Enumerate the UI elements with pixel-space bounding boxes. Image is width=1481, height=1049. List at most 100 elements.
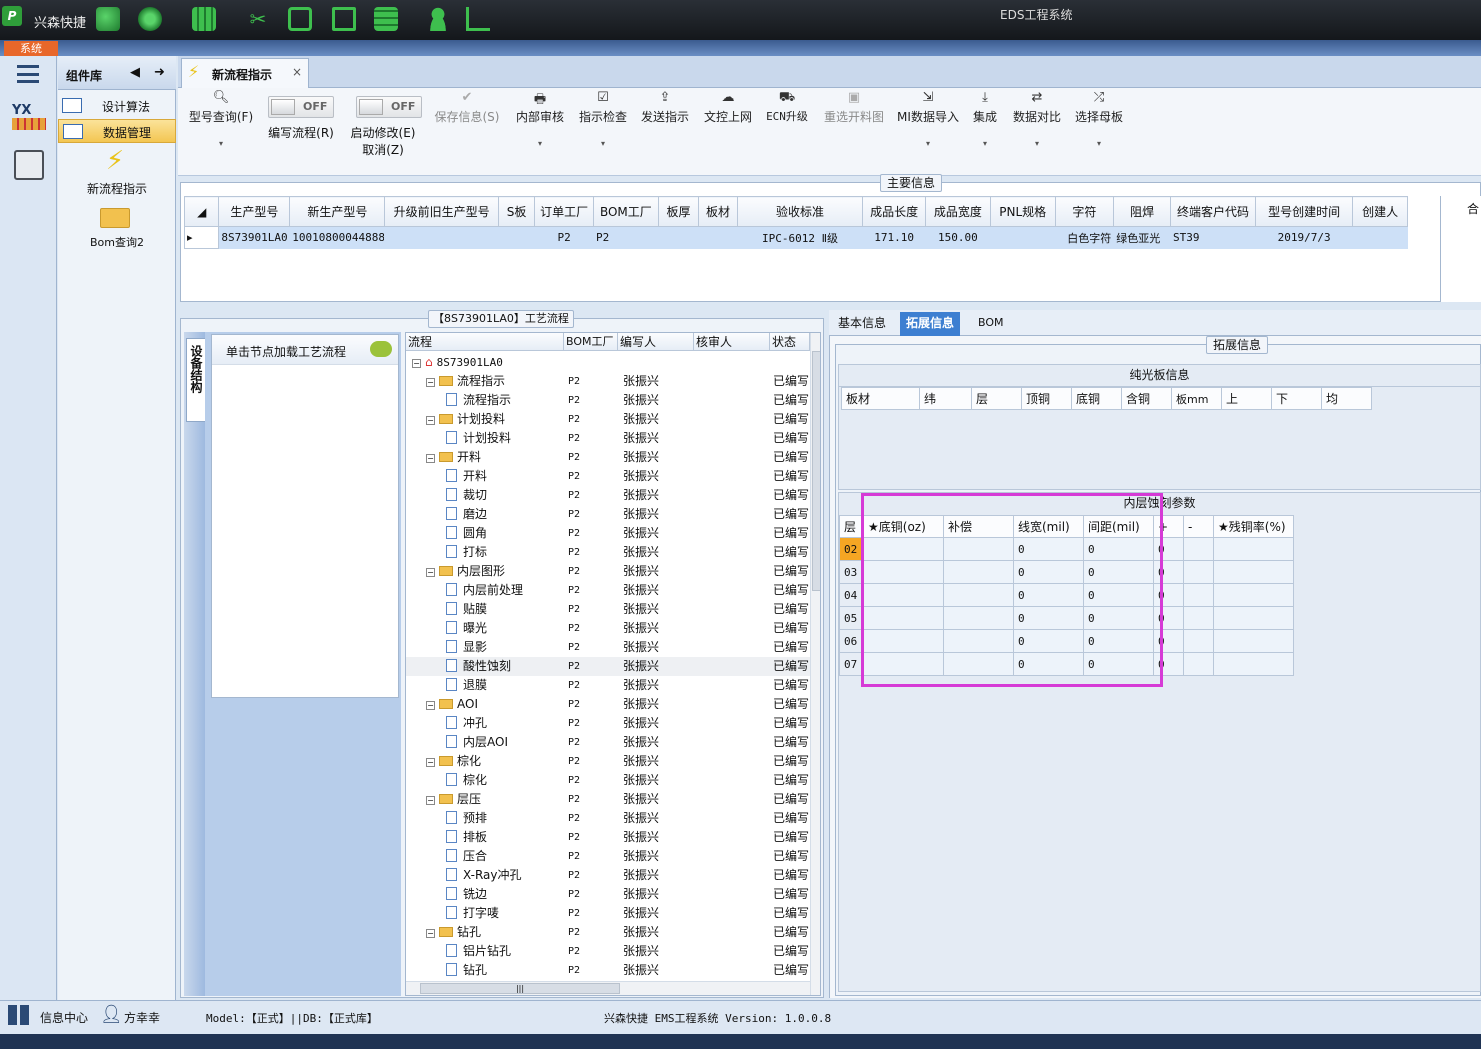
start-modify-toggle[interactable]: OFF [356,96,422,118]
tree-node[interactable]: 曝光 P2 张振兴 已编写 [406,619,810,638]
column-header[interactable]: 顶铜 [1021,387,1072,410]
column-header[interactable]: 上 [1221,387,1272,410]
tree-node[interactable]: 磨边 P2 张振兴 已编写 [406,505,810,524]
tree-node[interactable]: − AOI P2 张振兴 已编写 [406,695,810,714]
column-header[interactable]: 成品宽度 [925,196,991,227]
table-cell[interactable]: 2019/7/3 [1255,226,1354,249]
tree-node[interactable]: 贴膜 P2 张振兴 已编写 [406,600,810,619]
table-cell[interactable] [1213,537,1294,561]
collapse-icon[interactable]: − [426,454,435,463]
table-cell[interactable] [1213,652,1294,676]
edit-flow-toggle[interactable]: OFF [268,96,334,118]
column-header[interactable]: 核审人 [694,333,770,351]
column-header[interactable]: BOM工厂 [592,196,659,227]
tree-node[interactable]: 计划投料 P2 张振兴 已编写 [406,429,810,448]
tab-extended-info[interactable]: 拓展信息 [900,312,961,336]
column-header[interactable]: 纬 [919,387,972,410]
table-cell[interactable] [1213,629,1294,653]
tree-node[interactable]: 压合 P2 张振兴 已编写 [406,847,810,866]
table-cell[interactable]: 8S73901LA0 [218,226,291,249]
tree-root[interactable]: − ⌂ 8S73901LA0 [406,353,810,372]
column-header[interactable]: 编写人 [618,333,694,351]
collapse-icon[interactable]: − [426,796,435,805]
tree-node[interactable]: − 开料 P2 张振兴 已编写 [406,448,810,467]
table-cell[interactable]: 171.10 [862,226,927,249]
table-cell[interactable]: ST39 [1169,226,1257,249]
tree-node[interactable]: 退膜 P2 张振兴 已编写 [406,676,810,695]
column-header[interactable]: 板厚 [657,196,700,227]
internal-review-button[interactable]: 🖶 内部审核 ▾ [512,90,568,148]
model-query-button[interactable]: 🔍︎ 型号查询(F) ▾ [186,90,256,148]
table-row[interactable]: ▸ 8S73901LA0 10010800044888 P2 P2 IPC-60… [184,226,1408,249]
collapse-icon[interactable]: − [426,416,435,425]
component-item-design-algorithm[interactable]: 设计算法 [58,94,176,118]
table-cell[interactable]: 绿色亚光 [1113,226,1171,249]
table-cell[interactable] [1183,537,1214,561]
tree-node[interactable]: − 内层图形 P2 张振兴 已编写 [406,562,810,581]
column-header[interactable]: - [1183,515,1214,538]
tree-node[interactable]: 流程指示 P2 张振兴 已编写 [406,391,810,410]
column-header[interactable]: 层 [839,515,864,538]
close-icon[interactable]: × [292,65,302,79]
scrollbar-thumb[interactable] [812,351,820,591]
tree-node[interactable]: 铣边 P2 张振兴 已编写 [406,885,810,904]
tree-node[interactable]: 排板 P2 张振兴 已编写 [406,828,810,847]
column-header[interactable]: 升级前旧生产型号 [384,196,499,227]
table-cell[interactable]: 白色字符 [1054,226,1115,249]
table-cell[interactable]: 150.00 [925,226,991,249]
tree-node[interactable]: 显影 P2 张振兴 已编写 [406,638,810,657]
tree-node[interactable]: − 钻孔 P2 张振兴 已编写 [406,923,810,942]
tree-node[interactable]: 酸性蚀刻 P2 张振兴 已编写 [406,657,810,676]
tree-node[interactable]: 打标 P2 张振兴 已编写 [406,543,810,562]
table-cell[interactable]: 10010800044888 [289,226,386,249]
system-menu[interactable]: 系统 [4,41,58,56]
pin-icon[interactable]: ➜ [154,65,165,80]
copy-icon[interactable] [332,7,356,31]
tile-bom-query-label[interactable]: Bom查询2 [58,234,176,250]
column-header[interactable]: 成品长度 [862,196,927,227]
tree-node[interactable]: 圆角 P2 张振兴 已编写 [406,524,810,543]
collapse-icon[interactable]: − [426,929,435,938]
collapse-icon[interactable]: − [426,701,435,710]
table-icon[interactable] [192,7,216,31]
tree-node[interactable]: 开料 P2 张振兴 已编写 [406,467,810,486]
table-cell[interactable] [1183,560,1214,584]
lightning-icon[interactable]: ⚡ [102,146,128,176]
tree-node[interactable]: − 计划投料 P2 张振兴 已编写 [406,410,810,429]
table-cell[interactable]: IPC-6012 Ⅱ级 [736,226,864,249]
column-header[interactable]: 订单工厂 [534,196,594,227]
table-cell[interactable] [1183,652,1214,676]
tree-node[interactable]: 内层前处理 P2 张振兴 已编写 [406,581,810,600]
table-cell[interactable] [497,226,536,249]
vertical-scrollbar[interactable] [810,333,820,995]
collapse-icon[interactable]: − [412,359,421,368]
user-icon[interactable] [426,7,450,31]
column-header[interactable]: 含铜 [1121,387,1172,410]
column-header[interactable]: 新生产型号 [289,196,386,227]
calculator-icon[interactable] [14,150,44,180]
info-center-label[interactable]: 信息中心 [40,1009,88,1026]
table-cell[interactable] [1183,583,1214,607]
column-header[interactable]: 型号创建时间 [1255,196,1354,227]
chart-icon[interactable] [466,7,490,31]
column-header[interactable]: 层 [971,387,1022,410]
tree-node[interactable]: 裁切 P2 张振兴 已编写 [406,486,810,505]
grid-icon[interactable] [374,7,398,31]
column-header[interactable]: ★残铜率(%) [1213,515,1294,538]
folder-icon[interactable] [100,208,130,228]
column-header[interactable]: 字符 [1054,196,1115,227]
tree-node[interactable]: − 棕化 P2 张振兴 已编写 [406,752,810,771]
process-tree[interactable]: 流程 BOM工厂 编写人 核审人 状态 − ⌂ 8S73901LA0 − 流程指示 P… [405,332,821,996]
collapse-icon[interactable]: − [426,758,435,767]
column-header[interactable]: 下 [1271,387,1322,410]
grid-icon[interactable] [8,1005,30,1025]
table-cell[interactable] [1183,606,1214,630]
tree-node[interactable]: 内层AOI P2 张振兴 已编写 [406,733,810,752]
table-cell[interactable] [1352,226,1408,249]
ecn-upgrade-button[interactable]: ⛟ ECN升级 [762,90,812,124]
table-cell[interactable] [384,226,499,249]
tab-new-flow[interactable]: ⚡ 新流程指示 × [181,58,309,88]
mi-import-button[interactable]: ⇲ MI数据导入 ▾ [894,90,962,148]
collapse-icon[interactable]: − [426,378,435,387]
tree-node[interactable]: 冲孔 P2 张振兴 已编写 [406,714,810,733]
